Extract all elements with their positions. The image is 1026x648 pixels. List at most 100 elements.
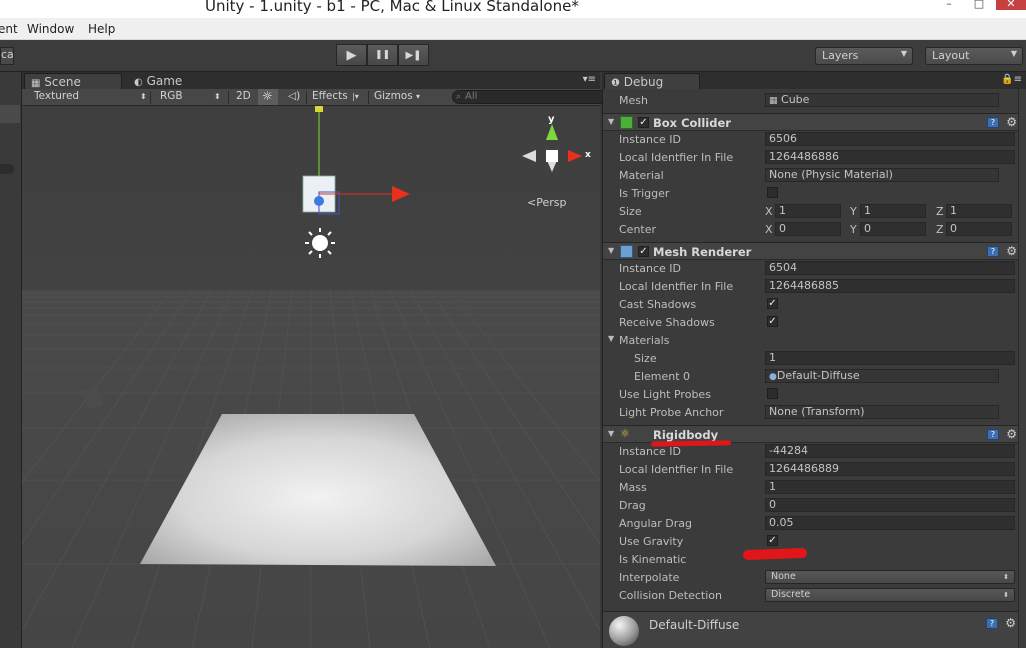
menu-component[interactable]: ent — [0, 22, 18, 36]
scene-control-bar: Textured ⬍ RGB ⬍ 2D ☼ ◁) Effects |▾ Gizm… — [22, 89, 614, 106]
tab-scene-label: Scene — [44, 75, 81, 89]
tab-inspector-debug[interactable]: ❶ Debug — [604, 73, 700, 89]
hierarchy-panel-edge — [0, 72, 22, 648]
mr-materials-row[interactable]: ▼ Materials — [603, 331, 1026, 349]
layout-dropdown[interactable]: Layout ▼ — [925, 47, 1023, 65]
box-collider-icon — [620, 116, 633, 129]
lighting-toggle[interactable]: ☼ — [258, 89, 278, 105]
element0-field[interactable]: ●Default-Diffuse ◎ — [765, 369, 999, 383]
toolbar: cal ▶ ❚❚ ▶❚ Layers ▼ Layout ▼ — [0, 40, 1026, 72]
anchor-field[interactable]: None (Transform) ◎ — [765, 405, 999, 419]
tab-game-label: Game — [146, 74, 183, 88]
materials-size-field[interactable]: 1 — [765, 351, 1015, 365]
scene-viewport[interactable]: y x <Persp — [22, 106, 600, 648]
element0-value: Default-Diffuse — [776, 369, 860, 382]
divider — [368, 91, 369, 104]
shading-mode-dropdown[interactable]: Textured — [34, 90, 79, 102]
local-id-field[interactable]: 1264486886 — [765, 150, 1015, 164]
rigidbody-header[interactable]: ▼ ⚛ Rigidbody ? ⚙ — [603, 425, 1026, 443]
title-bar: Unity - 1.unity - b1 - PC, Mac & Linux S… — [0, 0, 1026, 18]
instance-id-field[interactable]: -44284 — [765, 444, 1015, 458]
use-gravity-checkbox[interactable]: ✓ — [767, 535, 778, 546]
scene-search-input[interactable]: ⌕ All — [452, 90, 614, 104]
gizmos-dropdown[interactable]: Gizmos — [374, 90, 413, 102]
mass-field[interactable]: 1 — [765, 480, 1015, 494]
collision-dropdown[interactable]: Discrete ⬍ — [765, 588, 1015, 602]
size-z-field[interactable]: 1 — [946, 204, 1012, 218]
scene-tab-icon: ▦ — [31, 78, 41, 89]
pivot-local-toggle[interactable]: cal — [0, 47, 14, 65]
hierarchy-search[interactable] — [0, 164, 14, 174]
menu-help[interactable]: Help — [88, 22, 115, 36]
step-button[interactable]: ▶❚ — [398, 44, 429, 66]
axis-x-label: X — [765, 205, 773, 218]
help-icon[interactable]: ? — [987, 117, 999, 128]
layers-dropdown[interactable]: Layers ▼ — [815, 47, 913, 65]
maximize-button[interactable]: □ — [968, 0, 990, 10]
local-id-field[interactable]: 1264486885 — [765, 279, 1015, 293]
gear-icon[interactable]: ⚙ — [1005, 616, 1016, 630]
menu-window[interactable]: Window — [27, 22, 74, 36]
angular-drag-field[interactable]: 0.05 — [765, 516, 1015, 530]
gear-icon[interactable]: ⚙ — [1006, 244, 1017, 258]
material-preview-header[interactable]: Default-Diffuse ? ⚙ — [602, 611, 1026, 648]
foldout-icon[interactable]: ▼ — [608, 429, 614, 438]
chevron-updown-icon: ⬍ — [1003, 573, 1009, 581]
pause-button[interactable]: ❚❚ — [367, 44, 398, 66]
render-mode-dropdown[interactable]: RGB — [160, 90, 183, 102]
inspector-scrollbar[interactable] — [1018, 89, 1026, 648]
box-collider-header[interactable]: ▼ ✓ Box Collider ? ⚙ — [603, 113, 1026, 131]
light-probes-checkbox[interactable] — [767, 388, 778, 399]
physic-material-value: None (Physic Material) — [769, 168, 893, 181]
hierarchy-selected-row[interactable] — [0, 105, 20, 123]
instance-id-field[interactable]: 6504 — [765, 261, 1015, 275]
lock-icon[interactable]: 🔒≡ — [1001, 74, 1022, 85]
mesh-field[interactable]: ▦ Cube ◎ — [765, 93, 999, 107]
panel-menu-icon[interactable]: ▾≡ — [583, 74, 596, 85]
play-button[interactable]: ▶ — [336, 44, 367, 66]
minimize-button[interactable]: – — [938, 0, 960, 10]
foldout-icon[interactable]: ▼ — [608, 117, 614, 126]
help-icon[interactable]: ? — [986, 618, 998, 629]
tab-scene[interactable]: ▦ Scene — [24, 73, 122, 89]
foldout-icon[interactable]: ▼ — [608, 246, 614, 255]
help-icon[interactable]: ? — [987, 246, 999, 257]
audio-icon[interactable]: ◁) — [288, 90, 300, 102]
cast-shadows-checkbox[interactable]: ✓ — [767, 298, 778, 309]
is-trigger-checkbox[interactable] — [767, 187, 778, 198]
physic-material-field[interactable]: None (Physic Material) ◎ — [765, 168, 999, 182]
mesh-renderer-header[interactable]: ▼ ✓ Mesh Renderer ? ⚙ — [603, 242, 1026, 260]
size-label: Size — [619, 205, 642, 218]
help-icon[interactable]: ? — [987, 429, 999, 440]
instance-id-label: Instance ID — [619, 262, 681, 275]
local-id-field[interactable]: 1264486889 — [765, 462, 1015, 476]
instance-id-field[interactable]: 6506 — [765, 132, 1015, 146]
gear-icon[interactable]: ⚙ — [1006, 427, 1017, 441]
center-x-field[interactable]: 0 — [775, 222, 841, 236]
receive-shadows-checkbox[interactable]: ✓ — [767, 316, 778, 327]
close-button[interactable]: ✕ — [996, 0, 1026, 10]
drag-field[interactable]: 0 — [765, 498, 1015, 512]
chevron-updown-icon: ⬍ — [214, 92, 221, 101]
size-y-field[interactable]: 1 — [860, 204, 926, 218]
chevron-down-icon: |▾ — [352, 92, 359, 101]
mesh-renderer-icon — [620, 245, 633, 258]
projection-toggle[interactable]: <Persp — [527, 196, 566, 209]
size-x-field[interactable]: 1 — [775, 204, 841, 218]
foldout-icon[interactable]: ▼ — [608, 334, 614, 343]
mesh-renderer-enabled-checkbox[interactable]: ✓ — [638, 246, 649, 257]
gear-icon[interactable]: ⚙ — [1006, 115, 1017, 129]
2d-toggle[interactable]: 2D — [236, 90, 251, 102]
box-collider-title: Box Collider — [653, 116, 731, 130]
center-y-field[interactable]: 0 — [860, 222, 926, 236]
search-icon: ⌕ — [456, 92, 462, 102]
chevron-updown-icon: ⬍ — [140, 92, 147, 101]
axis-y-label: Y — [850, 205, 857, 218]
center-z-field[interactable]: 0 — [946, 222, 1012, 236]
tab-game[interactable]: ◐ Game — [128, 73, 188, 89]
info-icon: ❶ — [611, 78, 620, 89]
box-collider-enabled-checkbox[interactable]: ✓ — [638, 117, 649, 128]
interpolate-dropdown[interactable]: None ⬍ — [765, 570, 1015, 584]
mesh-label: Mesh — [619, 94, 648, 107]
effects-dropdown[interactable]: Effects — [312, 90, 348, 102]
